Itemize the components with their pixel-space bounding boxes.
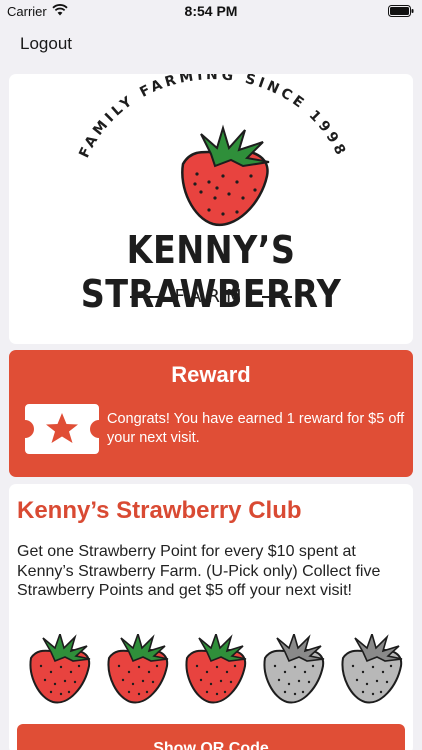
strawberry-point-empty-icon xyxy=(257,631,327,711)
club-title: Kenny’s Strawberry Club xyxy=(17,497,302,524)
club-description: Get one Strawberry Point for every $10 s… xyxy=(17,543,381,599)
right-rule xyxy=(261,296,292,298)
strawberry-point-earned-icon xyxy=(23,631,93,711)
farm-subtitle-row: FARM xyxy=(9,286,413,307)
battery-icon xyxy=(388,5,414,20)
left-rule xyxy=(130,296,161,298)
strawberry-point-empty-icon xyxy=(335,631,405,711)
reward-message: Congrats! You have earned 1 reward for $… xyxy=(107,411,405,446)
logout-button[interactable]: Logout xyxy=(20,34,72,54)
clock: 8:54 PM xyxy=(184,3,238,19)
club-card: Kenny’s Strawberry Club Get one Strawber… xyxy=(9,484,413,750)
farm-subtitle: FARM xyxy=(174,286,248,307)
status-bar: Carrier 8:54 PM xyxy=(0,0,422,22)
logo-card: FAMILY FARMING SINCE 1998 KENNY’S STRAWB… xyxy=(9,74,413,344)
show-qr-code-button[interactable]: Show QR Code xyxy=(17,724,405,750)
logo-strawberry-icon xyxy=(181,124,270,227)
strawberry-point-earned-icon xyxy=(101,631,171,711)
ticket-star-icon xyxy=(23,402,101,461)
navigation-bar: Logout xyxy=(0,22,422,68)
reward-card: Reward Congrats! You have earned 1 rewar… xyxy=(9,350,413,477)
strawberry-point-earned-icon xyxy=(179,631,249,711)
reward-title: Reward xyxy=(171,362,251,387)
